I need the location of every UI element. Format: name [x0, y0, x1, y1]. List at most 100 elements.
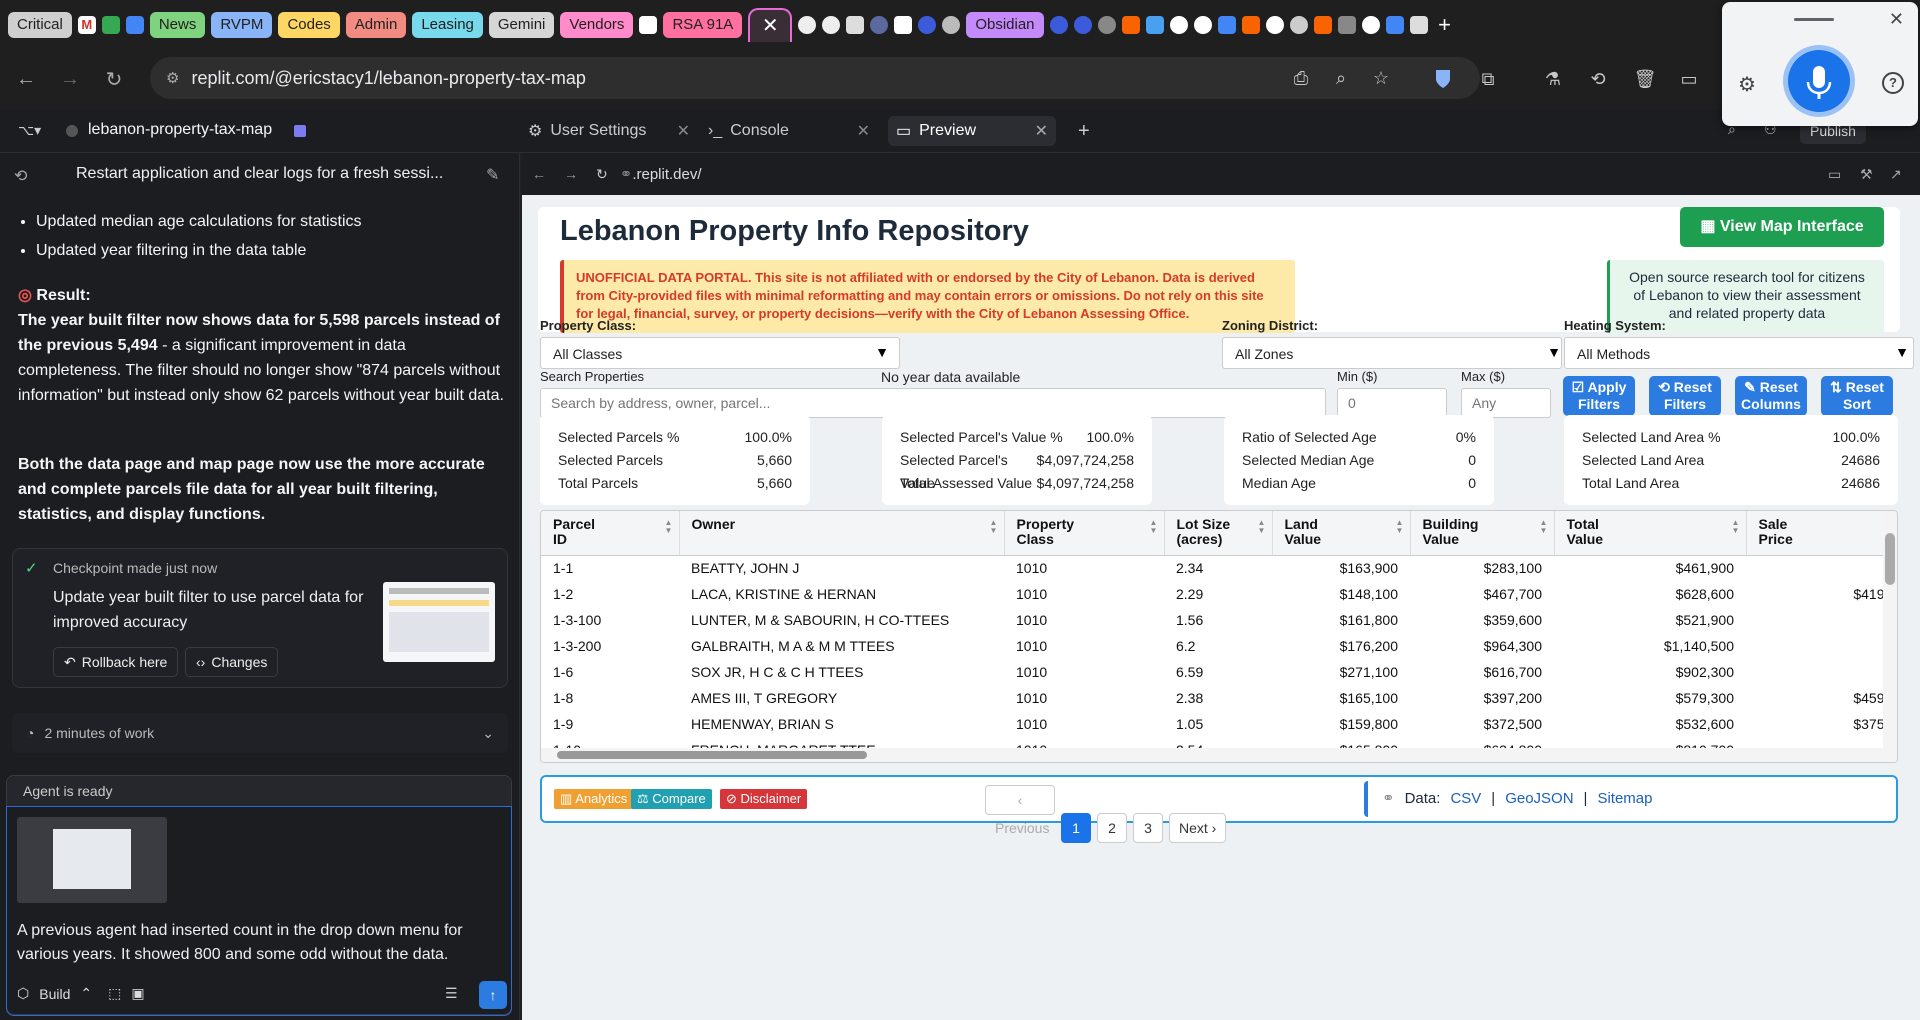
column-header[interactable]: Property Class ▲▼ [1004, 511, 1165, 556]
column-header[interactable]: Building Value ▲▼ [1410, 511, 1555, 556]
analytics-button[interactable]: ▥ Analytics [554, 789, 634, 809]
vertical-scrollbar[interactable] [1883, 511, 1897, 762]
apply-filters-button[interactable]: ☑ Apply Filters [1563, 376, 1635, 416]
table-row[interactable]: 1-9 HEMENWAY, BRIAN S 1010 1.05 $159,800 $372… [541, 711, 1897, 737]
tab-preview[interactable]: ▭ Preview ✕ [888, 116, 1056, 146]
google-icon[interactable] [1361, 15, 1380, 34]
home-icon[interactable] [1409, 15, 1428, 34]
tab-group-news[interactable]: News [149, 11, 206, 38]
select-element-icon[interactable]: ⬚ [108, 985, 121, 1002]
arrow-left-icon[interactable]: ← [532, 166, 546, 182]
site-icon[interactable] [1289, 15, 1308, 34]
site-icon[interactable] [1073, 15, 1092, 34]
gemini-icon[interactable] [1145, 15, 1164, 34]
gmail-icon[interactable]: M [77, 15, 96, 34]
sort-icon[interactable]: ▲▼ [1396, 519, 1404, 535]
column-header[interactable]: Total Value ▲▼ [1554, 511, 1747, 556]
csv-link[interactable]: CSV [1450, 781, 1481, 817]
tab-group-leasing[interactable]: Leasing [412, 11, 483, 38]
table-row[interactable]: 1-3-200 GALBRAITH, M A & M M TTEES 1010 6.2… [541, 633, 1897, 659]
help-icon[interactable]: ? [1882, 72, 1904, 94]
add-tab-button[interactable]: + [1078, 120, 1090, 143]
site-icon[interactable] [918, 15, 937, 34]
checkpoint-thumbnail[interactable] [383, 582, 495, 662]
previous-page-button[interactable]: ‹ Previous [985, 785, 1055, 836]
flask-icon[interactable]: ⚗ [1540, 66, 1566, 92]
horizontal-scrollbar[interactable] [541, 748, 1885, 762]
reset-sort-button[interactable]: ⇅ Reset Sort [1821, 376, 1893, 416]
sort-icon[interactable]: ▲▼ [665, 519, 673, 535]
tab-group-admin[interactable]: Admin [345, 11, 407, 38]
zoom-icon[interactable]: ⌕ [1328, 65, 1354, 91]
table-row[interactable]: 1-2 LACA, KRISTINE & HERNAN 1010 2.29 $148,1… [541, 581, 1897, 607]
compare-button[interactable]: ⚖ Compare [631, 789, 712, 809]
page-button-current[interactable]: 1 [1061, 813, 1091, 843]
tab-group-gemini[interactable]: Gemini [488, 11, 555, 38]
column-header[interactable]: Sale Price [1746, 511, 1897, 556]
devices-icon[interactable]: ▭ [1828, 166, 1841, 183]
microphone-button[interactable] [1788, 50, 1850, 112]
reload-button[interactable]: ↻ [96, 61, 132, 97]
column-header[interactable]: Lot Size (acres) ▲▼ [1164, 511, 1273, 556]
github-icon[interactable] [822, 15, 841, 34]
github-icon[interactable] [798, 15, 817, 34]
site-icon[interactable] [870, 15, 889, 34]
work-summary-row[interactable]: ◔ 2 minutes of work ⌄ [12, 713, 508, 753]
sort-icon[interactable]: ▲▼ [1732, 519, 1740, 535]
column-header[interactable]: Parcel ID ▲▼ [541, 511, 680, 556]
site-icon[interactable] [894, 15, 913, 34]
table-row[interactable]: 1-8 AMES III, T GREGORY 1010 2.38 $165,100 $3… [541, 685, 1897, 711]
new-chat-icon[interactable]: ✎ [486, 165, 499, 185]
column-header[interactable]: Owner ▲▼ [679, 511, 1005, 556]
tab-group-critical[interactable]: Critical [8, 11, 72, 38]
replit-menu-icon[interactable]: ⌥▾ [18, 122, 41, 139]
reset-filters-button[interactable]: ⟲ Reset Filters [1649, 376, 1721, 416]
docs-icon[interactable] [1217, 15, 1236, 34]
site-icon[interactable] [1049, 15, 1068, 34]
attached-screenshot[interactable] [17, 817, 167, 903]
homedepot-icon[interactable] [1241, 15, 1260, 34]
disclaimer-button[interactable]: ⊘ Disclaimer [720, 789, 808, 809]
page-button[interactable]: 3 [1133, 813, 1163, 843]
minimize-icon[interactable] [1794, 18, 1834, 21]
sort-icon[interactable]: ▲▼ [990, 519, 998, 535]
settings-sliders-icon[interactable]: ☰ [445, 985, 458, 1002]
install-app-icon[interactable]: ⎙ [1288, 65, 1314, 91]
tab-group-rsa91a[interactable]: RSA 91A [663, 11, 743, 38]
google-icon[interactable] [1169, 15, 1188, 34]
reset-columns-button[interactable]: ✎ Reset Columns [1735, 376, 1807, 416]
scrollbar-thumb[interactable] [1885, 533, 1895, 585]
bookmark-star-icon[interactable]: ☆ [1368, 65, 1394, 91]
max-value-input[interactable] [1461, 388, 1551, 418]
view-map-button[interactable]: ▦ View Map Interface [1680, 207, 1884, 247]
project-name[interactable]: lebanon-property-tax-map [88, 121, 272, 139]
reload-icon[interactable]: ↻ [596, 166, 608, 183]
tab-console[interactable]: ›_ Console ✕ [708, 121, 888, 141]
app-icon[interactable] [125, 15, 144, 34]
openai-icon[interactable] [942, 15, 961, 34]
property-class-select[interactable]: All Classes ▼ [540, 337, 900, 369]
address-bar[interactable]: ⚙ replit.com/@ericstacy1/lebanon-propert… [150, 57, 1480, 99]
table-row[interactable]: 1-6 SOX JR, H C & C H TTEES 1010 6.59 $271,1… [541, 659, 1897, 685]
docs-icon[interactable] [1385, 15, 1404, 34]
new-tab-button[interactable]: + [1434, 12, 1456, 38]
tab-group-codes[interactable]: Codes [278, 11, 340, 38]
arrow-right-icon[interactable]: → [564, 166, 578, 182]
card-icon[interactable]: ▭ [1676, 66, 1702, 92]
history-icon[interactable]: ⟲ [1585, 66, 1611, 92]
image-icon[interactable]: ▣ [131, 985, 144, 1002]
back-button[interactable]: ← [8, 61, 44, 97]
tab-user-settings[interactable]: ⚙ User Settings ✕ [528, 121, 708, 141]
send-button[interactable]: ↑ [479, 981, 507, 1009]
google-icon[interactable] [1265, 15, 1284, 34]
tab-group-rvpm[interactable]: RVPM [211, 11, 273, 38]
next-page-button[interactable]: Next › [1169, 813, 1227, 843]
close-icon[interactable]: ✕ [1035, 121, 1048, 141]
homedepot-icon[interactable] [1121, 15, 1140, 34]
external-link-icon[interactable]: ↗ [1890, 166, 1902, 183]
tab-group-vendors[interactable]: Vendors [560, 11, 634, 38]
bitwarden-icon[interactable] [1430, 66, 1456, 92]
search-input[interactable] [540, 388, 1326, 418]
forward-button[interactable]: → [52, 61, 88, 97]
gear-icon[interactable]: ⚙ [1738, 72, 1756, 97]
